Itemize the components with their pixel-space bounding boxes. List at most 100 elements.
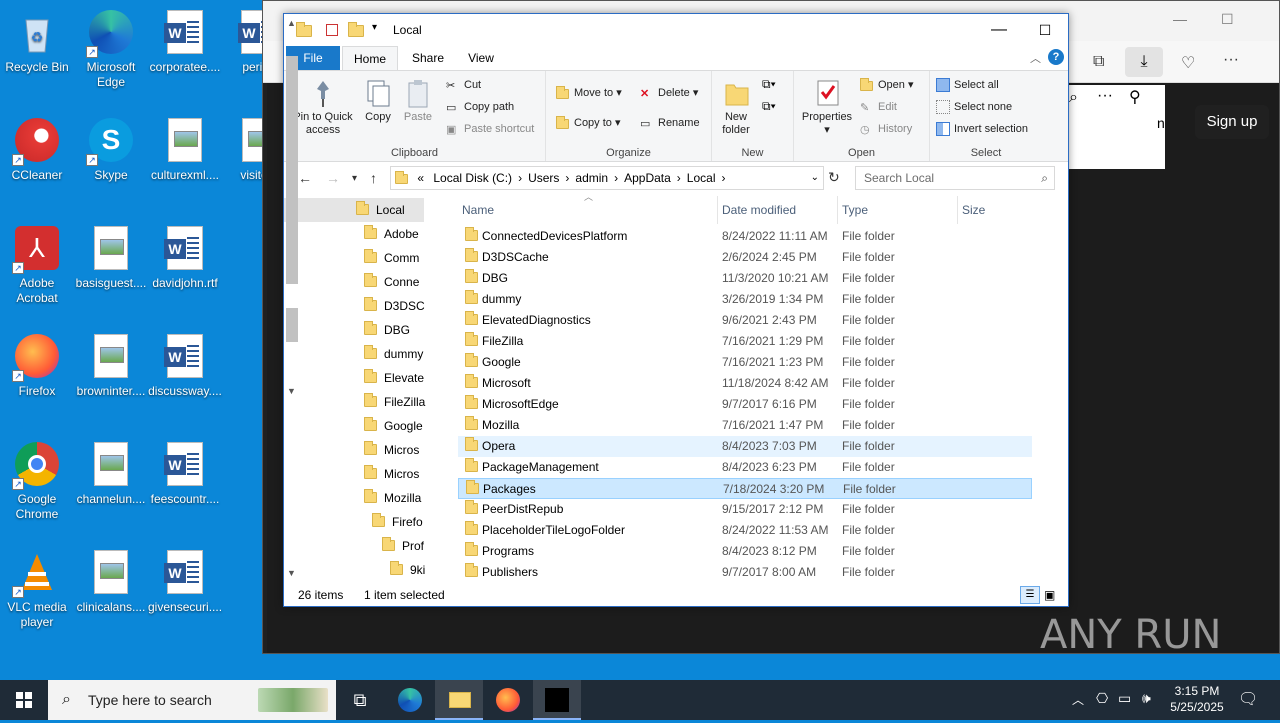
- nav-item[interactable]: Firefo: [284, 510, 424, 534]
- table-row[interactable]: Programs 8/4/2023 8:12 PM File folder: [458, 541, 1032, 562]
- open-button[interactable]: Open ▾: [860, 77, 914, 93]
- tab-view[interactable]: View: [456, 46, 506, 70]
- nav-item[interactable]: Mozilla: [284, 486, 424, 510]
- minimize-icon[interactable]: —: [1173, 11, 1187, 27]
- nav-item[interactable]: D3DSC: [284, 294, 425, 318]
- nav-item[interactable]: DBG: [284, 318, 424, 342]
- terminal-taskbar-icon[interactable]: [533, 680, 581, 720]
- table-row[interactable]: Mozilla 7/16/2021 1:47 PM File folder: [458, 415, 1032, 436]
- file-explorer-taskbar-icon[interactable]: [435, 680, 483, 720]
- nav-item[interactable]: Local: [284, 198, 424, 222]
- desktop-icon-word[interactable]: Wdiscussway....: [148, 330, 222, 399]
- collections-icon[interactable]: ⧉: [1093, 53, 1104, 71]
- sign-up-button[interactable]: Sign up: [1195, 105, 1269, 139]
- breadcrumb-separator-icon[interactable]: ›: [518, 171, 522, 185]
- desktop-icon-doc[interactable]: culturexml....: [148, 114, 222, 183]
- select-none-button[interactable]: Select none: [936, 99, 1012, 115]
- desktop-icon-word[interactable]: Wgivensecuri....: [148, 546, 222, 615]
- address-dropdown-icon[interactable]: ⌄: [811, 167, 819, 189]
- column-type[interactable]: Type: [838, 196, 958, 224]
- desktop-icon-edge[interactable]: ↗ Microsoft Edge: [74, 6, 148, 90]
- table-row[interactable]: Publishers 9/7/2017 8:00 AM File folder: [458, 562, 1032, 583]
- table-row[interactable]: Packages 7/18/2024 3:20 PM File folder: [458, 478, 1032, 499]
- refresh-icon[interactable]: ↻: [828, 169, 840, 186]
- column-date-modified[interactable]: Date modified: [718, 196, 838, 224]
- task-view-icon[interactable]: ⧉: [336, 680, 384, 720]
- nav-item[interactable]: 9ki: [284, 558, 425, 582]
- show-hidden-icons-icon[interactable]: ︿: [1072, 691, 1084, 708]
- collapse-ribbon-icon[interactable]: ︿: [1030, 50, 1041, 66]
- edit-button[interactable]: ✎ Edit: [860, 99, 897, 115]
- table-row[interactable]: dummy 3/26/2019 1:34 PM File folder: [458, 289, 1032, 310]
- new-item-icon[interactable]: ⧉▾: [762, 77, 776, 92]
- search-input[interactable]: Search Local ⌕: [855, 166, 1055, 190]
- copy-button[interactable]: Copy: [360, 77, 396, 124]
- nav-item[interactable]: Google: [284, 414, 424, 438]
- taskbar-clock[interactable]: 3:15 PM 5/25/2025: [1164, 683, 1230, 715]
- column-size[interactable]: Size: [958, 196, 1036, 224]
- up-arrow-icon[interactable]: ↑: [370, 170, 377, 186]
- desktop-icon-doc[interactable]: channelun....: [74, 438, 148, 507]
- properties-button[interactable]: Properties ▾: [798, 77, 856, 137]
- taskbar-search-box[interactable]: ⌕ Type here to search: [48, 680, 336, 720]
- nav-item[interactable]: FileZilla: [284, 390, 425, 414]
- table-row[interactable]: ConnectedDevicesPlatform 8/24/2022 11:11 …: [458, 226, 1032, 247]
- nav-item[interactable]: Micros: [284, 462, 424, 486]
- table-row[interactable]: ElevatedDiagnostics 9/6/2021 2:43 PM File …: [458, 310, 1032, 331]
- copy-path-button[interactable]: ▭ Copy path: [446, 99, 514, 115]
- paste-shortcut-button[interactable]: ▣ Paste shortcut: [446, 121, 534, 137]
- desktop-icon-doc[interactable]: browninter....: [74, 330, 148, 399]
- tab-home[interactable]: Home: [342, 46, 398, 71]
- search-icon[interactable]: ⌕: [1069, 89, 1078, 107]
- recent-locations-icon[interactable]: ▾: [352, 173, 357, 184]
- new-folder-button[interactable]: New folder: [716, 77, 756, 137]
- breadcrumb-item[interactable]: Local Disk (C:): [433, 171, 512, 185]
- column-name[interactable]: Name: [458, 196, 718, 224]
- desktop-icon-skype[interactable]: S ↗ Skype: [74, 114, 148, 183]
- table-row[interactable]: DBG 11/3/2020 10:21 AM File folder: [458, 268, 1032, 289]
- table-row[interactable]: FileZilla 7/16/2021 1:29 PM File folder: [458, 331, 1032, 352]
- breadcrumb-item[interactable]: Users: [528, 171, 559, 185]
- copy-to-button[interactable]: Copy to ▾: [556, 115, 621, 131]
- desktop-icon-word[interactable]: Wcorporatee....: [148, 6, 222, 75]
- select-all-button[interactable]: Select all: [936, 77, 999, 93]
- edge-taskbar-icon[interactable]: [386, 680, 434, 720]
- address-bar[interactable]: « Local Disk (C:) › Users › admin › AppData › Lo…: [390, 166, 824, 190]
- nav-item[interactable]: Prof: [284, 534, 424, 558]
- nav-item[interactable]: Elevate: [284, 366, 424, 390]
- paste-button[interactable]: Paste: [400, 77, 436, 124]
- desktop-icon-firefox[interactable]: ↗ Firefox: [0, 330, 74, 399]
- breadcrumb-separator-icon[interactable]: ›: [677, 171, 681, 185]
- firefox-taskbar-icon[interactable]: [484, 680, 532, 720]
- help-icon[interactable]: ?: [1048, 49, 1064, 65]
- desktop-icon-ccleaner[interactable]: ↗ CCleaner: [0, 114, 74, 183]
- table-row[interactable]: PackageManagement 8/4/2023 6:23 PM File fo…: [458, 457, 1032, 478]
- desktop-icon-doc[interactable]: basisguest....: [74, 222, 148, 291]
- desktop-icon-vlc[interactable]: ↗ VLC media player: [0, 546, 74, 630]
- nav-item[interactable]: Comm: [284, 246, 424, 270]
- pin-to-quick-access-button[interactable]: Pin to Quick access: [290, 77, 356, 137]
- tab-share[interactable]: Share: [402, 46, 454, 70]
- breadcrumb-separator-icon[interactable]: ›: [565, 171, 569, 185]
- nav-item[interactable]: Adobe: [284, 222, 424, 246]
- maximize-icon[interactable]: ☐: [1221, 11, 1234, 28]
- scroll-thumb[interactable]: [286, 56, 298, 284]
- properties-check-icon[interactable]: [326, 24, 338, 36]
- desktop-icon-word[interactable]: Wfeescountr....: [148, 438, 222, 507]
- table-row[interactable]: MicrosoftEdge 9/7/2017 6:16 PM File folder: [458, 394, 1032, 415]
- table-row[interactable]: PeerDistRepub 9/15/2017 2:12 PM File folde…: [458, 499, 1032, 520]
- desktop-icon-acrobat[interactable]: ⅄ ↗ Adobe Acrobat: [0, 222, 74, 306]
- customize-toolbar-icon[interactable]: ▾: [372, 22, 377, 33]
- invert-selection-button[interactable]: Invert selection: [936, 121, 1028, 137]
- large-icons-view-icon[interactable]: ▣: [1044, 586, 1055, 604]
- move-to-button[interactable]: Move to ▾: [556, 85, 622, 101]
- meet-now-icon[interactable]: ⎔: [1096, 690, 1108, 707]
- pin-icon[interactable]: ⚲: [1129, 87, 1141, 107]
- nav-item[interactable]: dummy: [284, 342, 424, 366]
- breadcrumb-separator-icon[interactable]: ›: [614, 171, 618, 185]
- scroll-down-icon[interactable]: ▼: [287, 386, 296, 396]
- nav-item[interactable]: Micros: [284, 438, 424, 462]
- nav-item[interactable]: Conne: [284, 270, 424, 294]
- nav-scroll-thumb[interactable]: [286, 308, 298, 342]
- windows-start-icon[interactable]: [0, 680, 48, 720]
